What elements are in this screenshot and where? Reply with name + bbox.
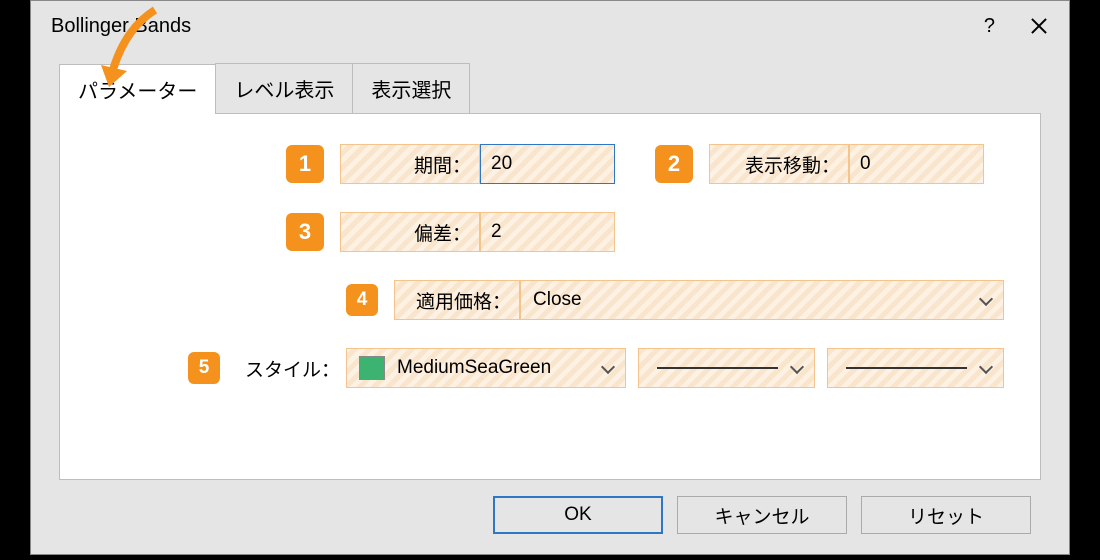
chevron-down-icon bbox=[979, 361, 993, 375]
badge-5: 5 bbox=[188, 352, 220, 384]
close-button[interactable] bbox=[1029, 16, 1049, 36]
shift-input[interactable]: 0 bbox=[849, 144, 984, 184]
tab-visuals[interactable]: 表示選択 bbox=[352, 63, 470, 113]
reset-button[interactable]: リセット bbox=[861, 496, 1031, 534]
shift-label: 表示移動： bbox=[709, 144, 849, 184]
tab-levels[interactable]: レベル表示 bbox=[215, 63, 353, 113]
titlebar: Bollinger Bands ? bbox=[31, 1, 1069, 51]
ok-button[interactable]: OK bbox=[493, 496, 663, 534]
help-button[interactable]: ? bbox=[984, 15, 995, 38]
color-name: MediumSeaGreen bbox=[397, 357, 551, 379]
badge-2: 2 bbox=[655, 145, 693, 183]
tab-parameters[interactable]: パラメーター bbox=[59, 64, 216, 114]
badge-4: 4 bbox=[346, 284, 378, 316]
tab-strip: パラメーター レベル表示 表示選択 bbox=[59, 63, 1069, 113]
deviation-label: 偏差： bbox=[340, 212, 480, 252]
bollinger-bands-dialog: Bollinger Bands ? パラメーター レベル表示 表示選択 1 期間… bbox=[30, 0, 1070, 555]
cancel-button[interactable]: キャンセル bbox=[677, 496, 847, 534]
apply-price-select[interactable]: Close bbox=[520, 280, 1004, 320]
chevron-down-icon bbox=[979, 293, 993, 307]
line-width-select[interactable] bbox=[827, 348, 1004, 388]
badge-1: 1 bbox=[286, 145, 324, 183]
line-sample bbox=[657, 367, 778, 369]
color-select[interactable]: MediumSeaGreen bbox=[346, 348, 626, 388]
apply-price-value: Close bbox=[533, 289, 582, 311]
color-swatch bbox=[359, 356, 385, 380]
line-style-select[interactable] bbox=[638, 348, 815, 388]
dialog-buttons: OK キャンセル リセット bbox=[31, 480, 1069, 554]
period-label: 期間： bbox=[340, 144, 480, 184]
line-sample bbox=[846, 367, 967, 369]
parameters-panel: 1 期間： 20 2 表示移動： 0 3 偏差： 2 4 適用価格： Cl bbox=[59, 113, 1041, 480]
close-icon bbox=[1029, 16, 1049, 36]
style-label: スタイル： bbox=[236, 355, 346, 382]
dialog-title: Bollinger Bands bbox=[51, 15, 191, 38]
period-input[interactable]: 20 bbox=[480, 144, 615, 184]
chevron-down-icon bbox=[790, 361, 804, 375]
chevron-down-icon bbox=[601, 361, 615, 375]
apply-label: 適用価格： bbox=[394, 280, 520, 320]
deviation-input[interactable]: 2 bbox=[480, 212, 615, 252]
badge-3: 3 bbox=[286, 213, 324, 251]
